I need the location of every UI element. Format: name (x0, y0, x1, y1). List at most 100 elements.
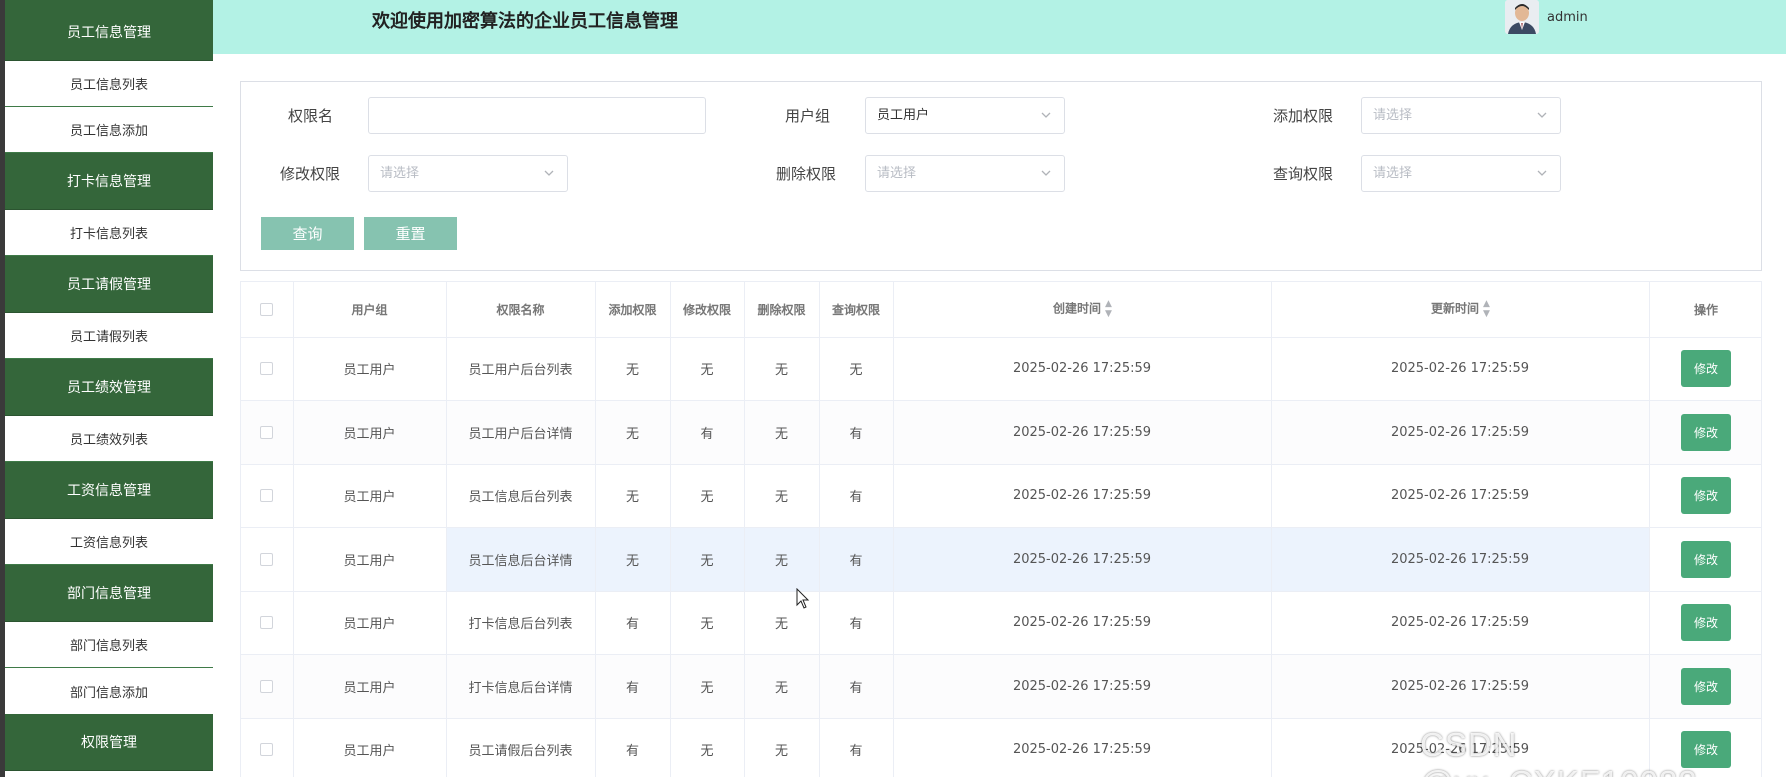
sidebar: 员工信息管理 员工信息列表 员工信息添加 打卡信息管理 打卡信息列表 员工请假管… (0, 0, 213, 777)
sidebar-item-performance-list[interactable]: 员工绩效列表 (5, 416, 213, 462)
reset-button[interactable]: 重置 (364, 217, 457, 250)
row-checkbox-cell[interactable] (241, 527, 294, 592)
sort-caret-icon[interactable]: ▲ ▼ (1483, 299, 1490, 319)
col-header-add: 添加权限 (595, 282, 671, 338)
sidebar-item-label: 员工信息添加 (69, 124, 148, 139)
sidebar-item-clockin-list[interactable]: 打卡信息列表 (5, 210, 213, 256)
edit-perm-label: 修改权限 (280, 165, 341, 183)
col-header-created[interactable]: 创建时间 ▲ ▼ (893, 282, 1272, 338)
sidebar-item-employee-add[interactable]: 员工信息添加 (5, 107, 213, 153)
query-perm-select[interactable]: 请选择 (1361, 155, 1561, 192)
cell-query: 有 (819, 527, 894, 592)
delete-perm-select[interactable]: 请选择 (865, 155, 1065, 192)
select-all-cell[interactable] (241, 282, 294, 338)
avatar[interactable] (1505, 0, 1539, 34)
cell-action: 修改 (1649, 400, 1761, 465)
row-checkbox[interactable] (260, 552, 274, 566)
edit-button[interactable]: 修改 (1681, 413, 1731, 451)
sidebar-item-department-add[interactable]: 部门信息添加 (5, 668, 213, 714)
top-header: 欢迎使用加密算法的企业员工信息管理 admin (213, 0, 1786, 54)
user-group-select[interactable]: 员工用户 (865, 97, 1065, 134)
cell-created: 2025-02-26 17:25:59 (893, 337, 1272, 401)
cell-updated: 2025-02-26 17:25:59 (1271, 654, 1650, 719)
sidebar-group-department[interactable]: 部门信息管理 (5, 565, 213, 622)
row-checkbox[interactable] (260, 743, 274, 757)
sidebar-group-label: 员工信息管理 (67, 25, 151, 41)
cell-add: 无 (595, 337, 671, 401)
col-header-updated-label: 更新时间 (1431, 301, 1480, 316)
cell-updated: 2025-02-26 17:25:59 (1271, 400, 1650, 465)
row-checkbox[interactable] (260, 616, 274, 630)
cell-edit: 无 (670, 718, 745, 777)
row-checkbox[interactable] (260, 679, 274, 693)
cell-delete: 无 (744, 654, 820, 719)
sidebar-item-employee-list[interactable]: 员工信息列表 (5, 61, 213, 107)
sidebar-item-leave-list[interactable]: 员工请假列表 (5, 313, 213, 359)
sidebar-group-employee-info[interactable]: 员工信息管理 (5, 4, 213, 61)
search-panel: 权限名 用户组 员工用户 添加权限 请选择 修改权限 请选择 删除权限 请选择 … (240, 81, 1762, 271)
cell-delete: 无 (744, 464, 820, 528)
chevron-down-icon (544, 170, 554, 176)
sidebar-group-label: 打卡信息管理 (67, 174, 151, 190)
sidebar-group-label: 工资信息管理 (67, 483, 151, 499)
perm-name-label: 权限名 (288, 107, 334, 125)
cell-add: 无 (595, 464, 671, 528)
chevron-down-icon (1041, 112, 1051, 118)
col-header-name: 权限名称 (446, 282, 596, 338)
add-perm-select[interactable]: 请选择 (1361, 97, 1561, 134)
sidebar-group-label: 员工请假管理 (67, 277, 151, 293)
row-checkbox[interactable] (260, 425, 274, 439)
edit-perm-select[interactable]: 请选择 (368, 155, 568, 192)
chevron-down-icon (1041, 170, 1051, 176)
row-checkbox[interactable] (260, 362, 274, 376)
row-checkbox-cell[interactable] (241, 400, 294, 465)
user-avatar-icon (1505, 0, 1539, 34)
sort-caret-icon[interactable]: ▲ ▼ (1105, 299, 1112, 319)
edit-button[interactable]: 修改 (1681, 604, 1731, 642)
cell-delete: 无 (744, 400, 820, 465)
sidebar-menu: 员工信息管理 员工信息列表 员工信息添加 打卡信息管理 打卡信息列表 员工请假管… (5, 0, 213, 777)
edit-button[interactable]: 修改 (1681, 540, 1731, 578)
perm-name-input[interactable] (368, 97, 706, 134)
cell-name: 员工信息后台列表 (446, 464, 596, 528)
cell-group: 员工用户 (293, 464, 447, 528)
cell-updated: 2025-02-26 17:25:59 (1271, 337, 1650, 401)
cell-add: 有 (595, 654, 671, 719)
cell-add: 无 (595, 527, 671, 592)
username-label[interactable]: admin (1547, 10, 1588, 25)
cell-action: 修改 (1649, 464, 1761, 528)
watermark: CSDN @vx_CXKF10088 (1420, 726, 1697, 777)
sidebar-item-label: 员工绩效列表 (69, 433, 148, 448)
add-perm-label: 添加权限 (1273, 107, 1334, 125)
cell-name: 打卡信息后台列表 (446, 591, 596, 655)
cell-created: 2025-02-26 17:25:59 (893, 654, 1272, 719)
select-all-checkbox[interactable] (260, 303, 274, 317)
sidebar-group-leave[interactable]: 员工请假管理 (5, 256, 213, 313)
col-header-updated[interactable]: 更新时间 ▲ ▼ (1271, 282, 1650, 338)
edit-button[interactable]: 修改 (1681, 667, 1731, 705)
row-checkbox-cell[interactable] (241, 654, 294, 719)
mouse-cursor-icon (796, 588, 810, 609)
cell-group: 员工用户 (293, 654, 447, 719)
row-checkbox[interactable] (260, 489, 274, 503)
sidebar-group-clockin[interactable]: 打卡信息管理 (5, 153, 213, 210)
row-checkbox-cell[interactable] (241, 591, 294, 655)
cell-edit: 有 (670, 400, 745, 465)
row-checkbox-cell[interactable] (241, 718, 294, 777)
table-header-row: 用户组 权限名称 添加权限 修改权限 删除权限 查询权限 创建时间 ▲ ▼ 更新时间… (241, 282, 1761, 338)
row-checkbox-cell[interactable] (241, 464, 294, 528)
row-checkbox-cell[interactable] (241, 337, 294, 401)
cell-edit: 无 (670, 654, 745, 719)
edit-button[interactable]: 修改 (1681, 477, 1731, 515)
sidebar-group-permission[interactable]: 权限管理 (5, 714, 213, 771)
query-button[interactable]: 查询 (261, 217, 354, 250)
cell-updated: 2025-02-26 17:25:59 (1271, 591, 1650, 655)
sidebar-group-salary[interactable]: 工资信息管理 (5, 462, 213, 519)
delete-perm-label: 删除权限 (776, 165, 837, 183)
table-row: 员工用户 打卡信息后台列表 有 无 无 有 2025-02-26 17:25:5… (241, 591, 1761, 655)
edit-button[interactable]: 修改 (1681, 350, 1731, 388)
sidebar-group-performance[interactable]: 员工绩效管理 (5, 359, 213, 416)
sidebar-item-department-list[interactable]: 部门信息列表 (5, 622, 213, 668)
sidebar-item-salary-list[interactable]: 工资信息列表 (5, 519, 213, 565)
cell-updated: 2025-02-26 17:25:59 (1271, 527, 1650, 592)
